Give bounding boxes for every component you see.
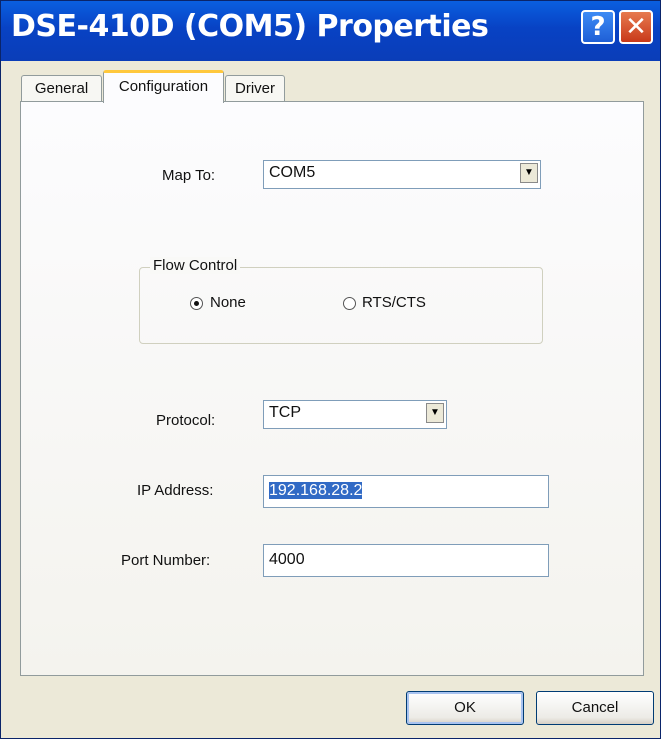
port-number-input[interactable]: 4000 bbox=[263, 544, 549, 577]
port-number-label: Port Number: bbox=[121, 552, 211, 569]
protocol-select[interactable]: TCP ▼ bbox=[263, 400, 447, 429]
cancel-button[interactable]: Cancel bbox=[536, 691, 654, 725]
radio-rts-cts-label[interactable]: RTS/CTS bbox=[362, 294, 426, 311]
map-to-label: Map To: bbox=[162, 167, 216, 184]
flow-control-group: Flow Control None RTS/CTS bbox=[139, 257, 543, 344]
help-icon[interactable]: ? bbox=[581, 10, 615, 44]
radio-none[interactable] bbox=[190, 297, 203, 310]
radio-none-label[interactable]: None bbox=[210, 294, 246, 311]
ip-address-label: IP Address: bbox=[137, 482, 214, 499]
protocol-label: Protocol: bbox=[156, 412, 216, 429]
port-number-value: 4000 bbox=[269, 551, 305, 568]
properties-dialog: DSE-410D (COM5) Properties ? ✕ General C… bbox=[0, 0, 661, 739]
configuration-panel: Map To: COM5 ▼ Flow Control None RTS/CTS… bbox=[20, 101, 644, 676]
ok-button[interactable]: OK bbox=[406, 691, 524, 725]
tab-driver[interactable]: Driver bbox=[225, 75, 285, 102]
flow-control-title: Flow Control bbox=[150, 257, 241, 274]
window-title: DSE-410D (COM5) Properties bbox=[11, 9, 489, 44]
protocol-value: TCP bbox=[269, 404, 301, 421]
map-to-value: COM5 bbox=[269, 164, 316, 181]
tab-configuration[interactable]: Configuration bbox=[103, 70, 224, 103]
chevron-down-icon[interactable]: ▼ bbox=[426, 403, 444, 423]
tab-general[interactable]: General bbox=[21, 75, 102, 102]
ip-address-input[interactable]: 192.168.28.2 bbox=[263, 475, 549, 508]
map-to-select[interactable]: COM5 ▼ bbox=[263, 160, 541, 189]
close-icon[interactable]: ✕ bbox=[619, 10, 653, 44]
title-bar[interactable]: DSE-410D (COM5) Properties ? ✕ bbox=[1, 1, 660, 61]
radio-rts-cts[interactable] bbox=[343, 297, 356, 310]
chevron-down-icon[interactable]: ▼ bbox=[520, 163, 538, 183]
ip-address-value: 192.168.28.2 bbox=[269, 482, 363, 499]
